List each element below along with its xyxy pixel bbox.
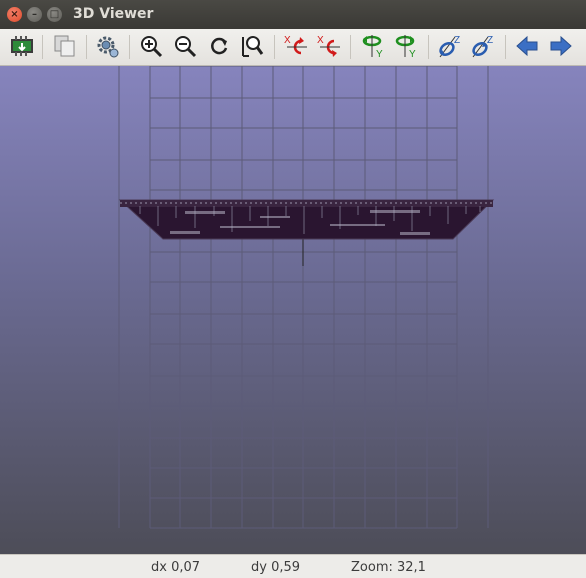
minimize-window-button[interactable]: – bbox=[27, 7, 42, 22]
reload-board-icon bbox=[11, 36, 33, 56]
status-zoom: Zoom: 32,1 bbox=[351, 560, 426, 575]
rotate-y-cw-button[interactable]: Y bbox=[360, 33, 386, 59]
3d-viewport[interactable] bbox=[0, 66, 586, 554]
rotate-x-cw-button[interactable]: X bbox=[283, 33, 309, 59]
rotate-x-icon: X bbox=[284, 35, 307, 55]
svg-text:Z: Z bbox=[487, 35, 493, 46]
zoom-out-icon bbox=[175, 36, 197, 58]
reload-board-button[interactable] bbox=[9, 33, 35, 59]
maximize-window-button[interactable]: □ bbox=[47, 7, 62, 22]
move-left-button[interactable] bbox=[514, 33, 540, 59]
close-window-button[interactable]: × bbox=[7, 7, 22, 22]
grid-lines bbox=[118, 66, 489, 529]
toolbar-separator bbox=[350, 35, 351, 59]
zoom-fit-icon bbox=[242, 36, 264, 57]
toolbar-separator bbox=[428, 35, 429, 59]
toolbar-separator bbox=[42, 35, 43, 59]
grid-and-board bbox=[118, 66, 495, 529]
arrow-right-icon bbox=[550, 35, 572, 57]
zoom-in-icon bbox=[141, 36, 163, 58]
zoom-in-button[interactable] bbox=[138, 33, 164, 59]
maximize-icon: □ bbox=[49, 9, 60, 20]
toolbar-separator bbox=[505, 35, 506, 59]
rotate-x-ccw-button[interactable]: X bbox=[316, 33, 342, 59]
toolbar-separator bbox=[129, 35, 130, 59]
redraw-icon bbox=[211, 37, 228, 55]
svg-text:Z: Z bbox=[454, 35, 460, 46]
pcb-board bbox=[118, 199, 495, 240]
rotate-y-icon: Y bbox=[395, 35, 416, 59]
svg-text:Y: Y bbox=[376, 49, 383, 59]
viewer-window: × – □ 3D Viewer X X Y Y Z Z dx 0,07 dy 0… bbox=[0, 0, 586, 578]
zoom-fit-button[interactable] bbox=[240, 33, 266, 59]
gear-icon bbox=[97, 36, 119, 58]
zoom-out-button[interactable] bbox=[172, 33, 198, 59]
rotate-x-icon: X bbox=[317, 35, 340, 57]
svg-text:X: X bbox=[317, 35, 324, 46]
rotate-z-icon: Z bbox=[439, 35, 460, 58]
copy-icon bbox=[54, 35, 75, 57]
copy-to-clipboard-button[interactable] bbox=[52, 33, 78, 59]
svg-text:Y: Y bbox=[409, 49, 416, 59]
svg-text:X: X bbox=[284, 35, 291, 46]
toolbar-separator bbox=[86, 35, 87, 59]
rotate-z-cw-button[interactable]: Z bbox=[437, 33, 463, 59]
move-right-button[interactable] bbox=[548, 33, 574, 59]
toolbar-separator bbox=[274, 35, 275, 59]
rotate-y-icon: Y bbox=[362, 35, 383, 59]
rotate-z-icon: Z bbox=[472, 35, 493, 58]
status-bar: dx 0,07 dy 0,59 Zoom: 32,1 bbox=[0, 554, 586, 578]
status-dy: dy 0,59 bbox=[251, 560, 301, 575]
toolbar: X X Y Y Z Z bbox=[0, 29, 586, 66]
redraw-button[interactable] bbox=[206, 33, 232, 59]
settings-button[interactable] bbox=[95, 33, 121, 59]
window-title: 3D Viewer bbox=[73, 6, 154, 22]
rotate-y-ccw-button[interactable]: Y bbox=[393, 33, 419, 59]
status-dx: dx 0,07 bbox=[151, 560, 201, 575]
rotate-z-ccw-button[interactable]: Z bbox=[470, 33, 496, 59]
minimize-icon: – bbox=[32, 9, 37, 20]
title-bar[interactable]: × – □ 3D Viewer bbox=[0, 0, 586, 29]
close-icon: × bbox=[10, 9, 19, 20]
arrow-left-icon bbox=[516, 35, 538, 57]
